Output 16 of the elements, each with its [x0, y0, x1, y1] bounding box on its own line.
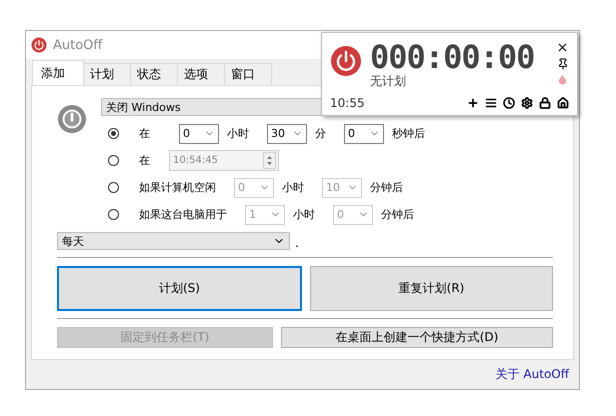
unit-label: 分钟后 — [370, 180, 403, 195]
unit-label: 分 — [315, 126, 326, 141]
countdown-text: 000:00:00 — [370, 39, 536, 75]
unit-label: 小时 — [282, 180, 304, 195]
unit-label: 小时 — [227, 126, 249, 141]
option-label: 在 — [139, 126, 151, 141]
unit-label: 小时 — [293, 207, 315, 222]
option-label: 如果这台电脑用于 — [139, 207, 227, 222]
unit-label: 分钟后 — [381, 207, 414, 222]
period-text: . — [295, 236, 299, 250]
option-label: 如果计算机空闲 — [139, 180, 216, 195]
window-title: AutoOff — [53, 38, 102, 52]
status-text: 无计划 — [370, 73, 407, 90]
clock-text: 10:55 — [330, 96, 365, 110]
option-label: 在 — [139, 153, 151, 168]
unit-label: 秒钟后 — [392, 126, 425, 141]
